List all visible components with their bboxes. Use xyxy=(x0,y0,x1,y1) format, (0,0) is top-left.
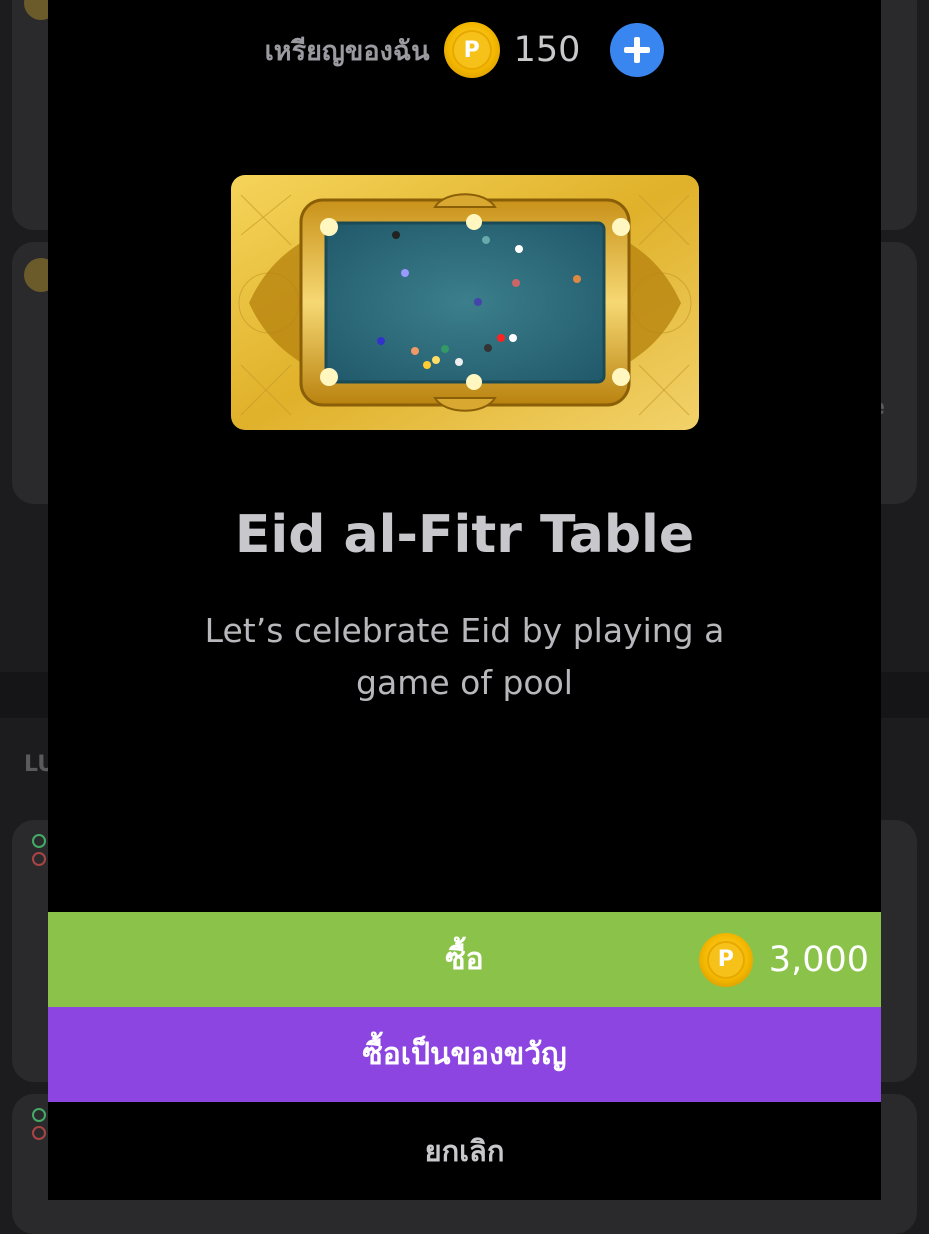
coin-icon: P xyxy=(443,22,500,78)
item-description: Let’s celebrate Eid by playing a game of… xyxy=(204,611,725,702)
pool-table-image xyxy=(231,175,699,430)
coin-icon: P xyxy=(698,932,753,987)
buy-button[interactable]: ซื้อ P 3,000 xyxy=(48,912,881,1007)
cancel-label: ยกเลิก xyxy=(424,1134,505,1168)
coins-label: เหรียญของฉัน xyxy=(264,35,430,67)
add-coins-button[interactable] xyxy=(610,23,665,77)
buy-as-gift-button[interactable]: ซื้อเป็นของขวัญ xyxy=(48,1007,881,1102)
price-amount: 3,000 xyxy=(768,939,869,980)
cancel-button[interactable]: ยกเลิก xyxy=(48,1102,881,1200)
coin-balance-row: เหรียญของฉัน P 150 xyxy=(48,22,881,78)
item-purchase-modal: เหรียญของฉัน P 150 Eid al-Fitr Table Let… xyxy=(48,0,881,1200)
gift-label: ซื้อเป็นของขวัญ xyxy=(362,1037,567,1072)
coin-balance: 150 xyxy=(513,30,581,70)
buy-price: P 3,000 xyxy=(698,912,869,1007)
plus-icon xyxy=(624,37,651,63)
item-title: Eid al-Fitr Table xyxy=(234,505,695,565)
